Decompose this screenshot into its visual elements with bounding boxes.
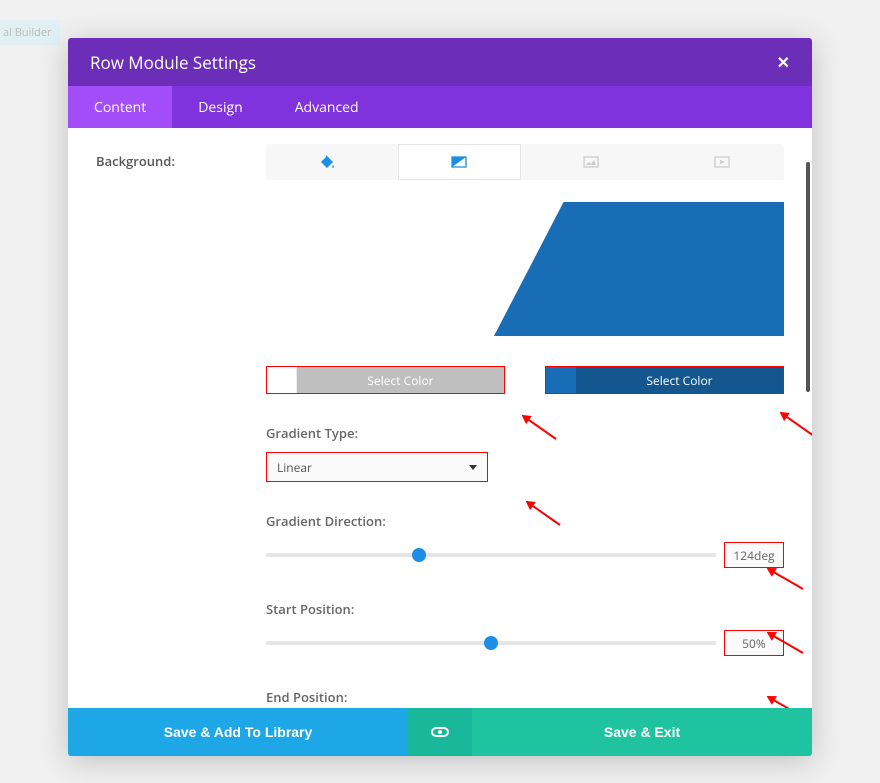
start-position-slider[interactable] (266, 641, 716, 645)
bg-tab-video[interactable] (661, 144, 785, 180)
gradient-direction-value[interactable]: 124deg (724, 542, 784, 568)
tab-content[interactable]: Content (68, 86, 172, 128)
color-picker-1[interactable]: Select Color (266, 366, 505, 394)
chevron-down-icon (469, 465, 477, 470)
color-picker-2[interactable]: Select Color (545, 366, 784, 394)
settings-modal: Row Module Settings ✕ Content Design Adv… (68, 38, 812, 756)
slider-thumb[interactable] (412, 548, 426, 562)
save-exit-button[interactable]: Save & Exit (472, 708, 812, 756)
gradient-type-label: Gradient Type: (266, 424, 784, 442)
image-icon (583, 154, 599, 170)
gradient-direction-label: Gradient Direction: (266, 512, 784, 530)
gradient-type-value: Linear (277, 459, 312, 476)
select-color-btn-2[interactable]: Select Color (576, 367, 783, 393)
modal-title: Row Module Settings (90, 51, 256, 74)
scrollbar[interactable] (806, 162, 810, 392)
bg-snippet: al Builder (0, 20, 60, 45)
modal-header: Row Module Settings ✕ (68, 38, 812, 86)
swatch-1 (267, 367, 297, 393)
eye-icon (431, 727, 449, 737)
paint-bucket-icon (320, 154, 336, 170)
save-add-library-button[interactable]: Save & Add To Library (68, 708, 408, 756)
end-position-label: End Position: (266, 688, 784, 706)
select-color-btn-1[interactable]: Select Color (297, 367, 504, 393)
gradient-preview (266, 202, 784, 336)
preview-shape (494, 202, 784, 336)
close-button[interactable]: ✕ (777, 51, 790, 73)
video-icon (714, 154, 730, 170)
slider-thumb[interactable] (484, 636, 498, 650)
tab-bar: Content Design Advanced (68, 86, 812, 128)
modal-footer: Save & Add To Library Save & Exit (68, 708, 812, 756)
preview-button[interactable] (408, 708, 472, 756)
background-type-tabs (266, 144, 784, 180)
bg-tab-image[interactable] (529, 144, 653, 180)
bg-tab-color[interactable] (266, 144, 390, 180)
modal-body: Background: (68, 128, 812, 708)
tab-design[interactable]: Design (172, 86, 268, 128)
annotation-arrow (781, 412, 812, 437)
bg-tab-gradient[interactable] (398, 144, 522, 180)
swatch-2 (546, 367, 576, 393)
tab-advanced[interactable]: Advanced (269, 86, 385, 128)
start-position-label: Start Position: (266, 600, 784, 618)
gradient-direction-slider[interactable] (266, 553, 716, 557)
gradient-type-select[interactable]: Linear (266, 452, 488, 482)
gradient-icon (451, 154, 467, 170)
background-label: Background: (96, 144, 266, 708)
